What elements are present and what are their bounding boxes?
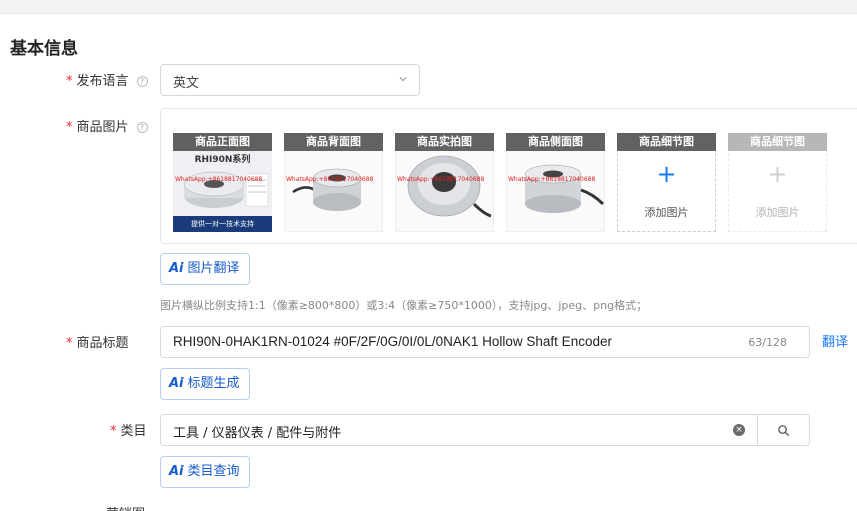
slot-caption: 商品背面图: [284, 133, 383, 151]
image-slot-back[interactable]: 商品背面图 WhatsApp:+8618817040688: [284, 133, 383, 232]
plus-icon: +: [656, 160, 677, 188]
required-mark: *: [66, 120, 73, 135]
language-value: 英文: [173, 76, 200, 91]
image-slot-detail-add-disabled: 商品细节图 + 添加图片: [728, 133, 827, 232]
slot-caption: 商品实拍图: [395, 133, 494, 151]
add-image-text: 添加图片: [644, 206, 689, 219]
slot-caption: 商品侧面图: [506, 133, 605, 151]
clear-icon[interactable]: ×: [733, 424, 745, 436]
category-query-button[interactable]: Ai 类目查询: [160, 456, 250, 488]
category-input[interactable]: 工具 / 仪器仪表 / 配件与附件 ×: [160, 414, 758, 446]
slot-caption: 商品正面图: [173, 133, 272, 151]
image-slot-front[interactable]: 商品正面图 RHI90N系列 WhatsApp:+8618817040688 提…: [173, 133, 272, 232]
translate-link[interactable]: 翻译: [822, 331, 848, 350]
photo-subtitle: RHI90N系列: [194, 155, 251, 165]
required-mark: *: [110, 424, 117, 439]
title-label-text: 商品标题: [76, 336, 129, 351]
section-title: 基本信息: [10, 39, 78, 59]
category-label-text: 类目: [120, 424, 147, 439]
image-translate-button[interactable]: Ai 图片翻译: [160, 253, 250, 285]
photo-watermark: WhatsApp:+8618817040688: [508, 176, 596, 183]
help-icon[interactable]: ?: [136, 76, 148, 87]
image-format-hint: 图片横纵比例支持1:1（像素≥800*800）或3:4（像素≥750*1000）…: [160, 299, 648, 312]
slot-caption: 商品细节图: [728, 133, 827, 151]
search-icon: [778, 425, 790, 437]
photo-band: 提供一对一技术支持: [173, 216, 272, 232]
images-label: * 商品图片?: [66, 116, 148, 135]
char-counter: 63/128: [748, 336, 787, 349]
image-translate-label: 图片翻译: [187, 261, 240, 276]
category-search-button[interactable]: [757, 414, 810, 446]
language-label-text: 发布语言: [76, 74, 129, 89]
photo-watermark: WhatsApp:+8618817040688: [397, 176, 485, 183]
images-label-text: 商品图片: [76, 120, 129, 135]
photo-watermark: WhatsApp:+8618817040688: [286, 176, 374, 183]
ai-icon: Ai: [169, 261, 184, 276]
next-field-label: 营销图: [106, 503, 145, 511]
title-generate-label: 标题生成: [187, 376, 240, 391]
title-generate-button[interactable]: Ai 标题生成: [160, 368, 250, 400]
product-title-value: RHI90N-0HAK1RN-01024 #0F/2F/0G/0I/0L/0NA…: [173, 334, 612, 349]
top-bar: [0, 0, 857, 14]
chevron-down-icon: [399, 77, 407, 82]
slot-caption: 商品细节图: [617, 133, 716, 151]
title-label: * 商品标题: [66, 332, 129, 351]
help-icon[interactable]: ?: [136, 122, 148, 133]
required-mark: *: [66, 74, 73, 89]
add-image-text: 添加图片: [755, 206, 800, 219]
ai-icon: Ai: [169, 376, 184, 391]
photo-watermark: WhatsApp:+8618817040688: [175, 176, 263, 183]
category-label: * 类目: [110, 420, 147, 439]
image-slot-side[interactable]: 商品侧面图 WhatsApp:+8618817040688: [506, 133, 605, 232]
image-slot-detail-add[interactable]: 商品细节图 + 添加图片: [617, 133, 716, 232]
product-title-input[interactable]: RHI90N-0HAK1RN-01024 #0F/2F/0G/0I/0L/0NA…: [160, 326, 810, 358]
category-value: 工具 / 仪器仪表 / 配件与附件: [173, 426, 342, 441]
image-slot-real[interactable]: 商品实拍图 WhatsApp:+8618817040688: [395, 133, 494, 232]
language-label: * 发布语言?: [66, 70, 148, 89]
category-query-label: 类目查询: [187, 464, 240, 479]
language-select[interactable]: 英文: [160, 64, 420, 96]
plus-icon: +: [767, 160, 788, 188]
image-upload-panel: 商品正面图 RHI90N系列 WhatsApp:+8618817040688 提…: [160, 108, 857, 244]
ai-icon: Ai: [169, 464, 184, 479]
required-mark: *: [66, 336, 73, 351]
